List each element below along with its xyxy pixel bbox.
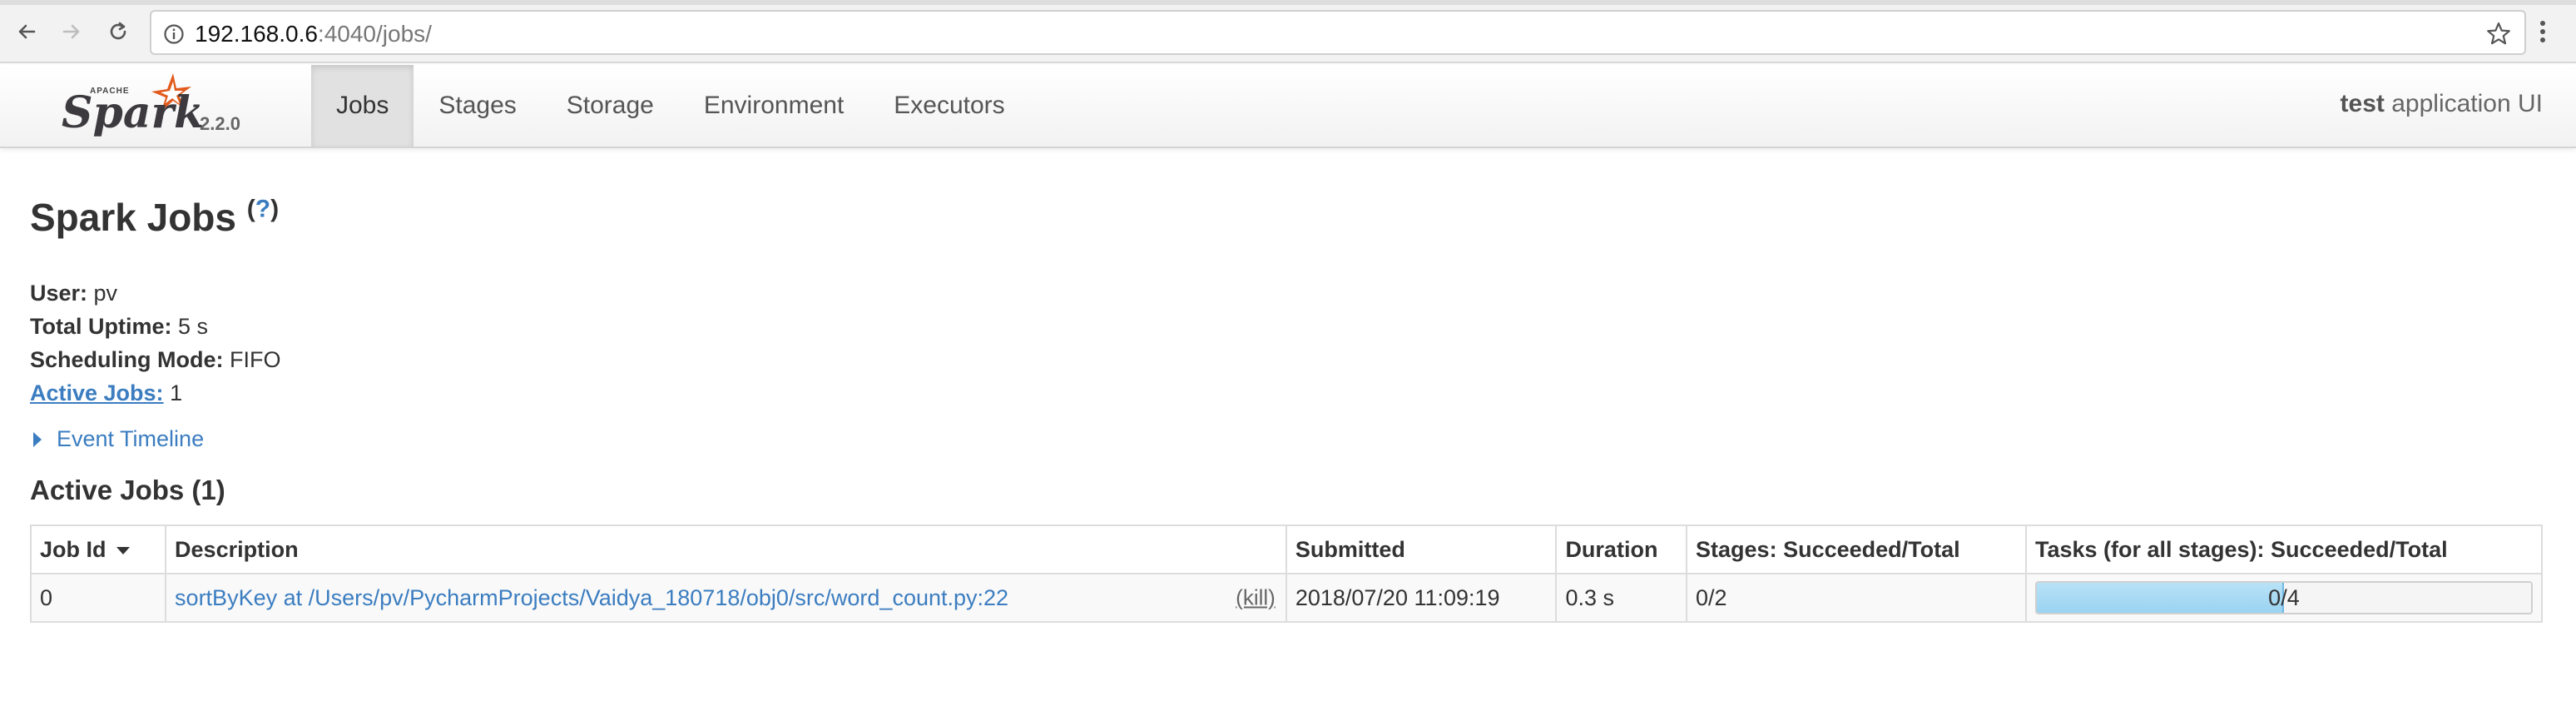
help-open-paren: ( [246, 195, 255, 223]
job-description-link[interactable]: sortByKey at /Users/pv/PycharmProjects/V… [175, 585, 1008, 610]
scheduling-mode-label: Scheduling Mode: [30, 347, 224, 372]
active-jobs-heading[interactable]: Active Jobs (1) [30, 475, 225, 506]
brand-name: Spark [62, 87, 205, 138]
bookmark-star-icon[interactable] [2484, 20, 2513, 48]
scheduling-mode-value: FIFO [223, 347, 281, 372]
summary-user: User: pv [30, 276, 281, 310]
event-timeline-toggle[interactable]: Event Timeline [30, 426, 204, 452]
summary-uptime: Total Uptime: 5 s [30, 310, 281, 343]
spark-logo[interactable]: APACHE Spark 2.2.0 [62, 68, 253, 143]
sort-descending-icon [116, 546, 130, 554]
tab-strip-edge [0, 0, 2576, 5]
job-id-header-label: Job Id [40, 536, 107, 562]
column-header-duration[interactable]: Duration [1555, 525, 1688, 574]
forward-arrow-icon [62, 24, 80, 39]
help-close-paren: ) [270, 195, 280, 223]
summary-active-jobs: Active Jobs: 1 [30, 376, 281, 410]
cell-description: sortByKey at /Users/pv/PycharmProjects/V… [165, 573, 1287, 623]
column-header-tasks[interactable]: Tasks (for all stages): Succeeded/Total [2024, 525, 2544, 574]
back-arrow-icon [18, 24, 36, 39]
event-timeline-label: Event Timeline [57, 426, 205, 451]
page-title: Spark Jobs (?) [30, 195, 279, 240]
info-icon[interactable] [163, 23, 185, 45]
tab-executors[interactable]: Executors [869, 65, 1029, 147]
job-summary: User: pv Total Uptime: 5 s Scheduling Mo… [30, 276, 281, 410]
tasks-progress-label: 0/4 [2268, 585, 2300, 610]
spark-version: 2.2.0 [200, 113, 240, 134]
cell-tasks: 0/4 [2024, 573, 2544, 623]
user-label: User: [30, 281, 88, 306]
table-header-row: Job Id Description Submitted Duration St… [29, 525, 2544, 574]
active-jobs-value: 1 [163, 380, 183, 405]
tasks-progress-bar: 0/4 [2034, 581, 2533, 614]
active-jobs-link[interactable]: Active Jobs: [30, 380, 164, 405]
tab-storage[interactable]: Storage [542, 65, 679, 147]
url-text[interactable]: 192.168.0.6:4040/jobs/ [195, 21, 432, 47]
uptime-label: Total Uptime: [30, 314, 172, 339]
help-link[interactable]: ? [255, 196, 270, 223]
nav-tabs: Jobs Stages Storage Environment Executor… [311, 65, 1030, 147]
browser-toolbar: 192.168.0.6:4040/jobs/ [0, 0, 2576, 63]
uptime-value: 5 s [171, 314, 209, 339]
app-name: test application UI [2341, 90, 2543, 118]
app-name-rest: application UI [2384, 90, 2543, 117]
reload-button[interactable] [103, 17, 133, 47]
forward-button[interactable] [57, 17, 87, 47]
url-host: 192.168.0.6 [195, 21, 318, 47]
tab-stages[interactable]: Stages [414, 65, 541, 147]
table-row: 0 sortByKey at /Users/pv/PycharmProjects… [29, 573, 2544, 623]
back-button[interactable] [12, 17, 42, 47]
browser-menu-icon[interactable] [2533, 17, 2553, 47]
cell-submitted: 2018/07/20 11:09:19 [1285, 573, 1558, 623]
page-title-text: Spark Jobs [30, 196, 236, 239]
column-header-description[interactable]: Description [165, 525, 1287, 574]
address-bar[interactable]: 192.168.0.6:4040/jobs/ [150, 10, 2526, 55]
kill-job-link[interactable]: (kill) [1236, 585, 1276, 611]
cell-duration: 0.3 s [1555, 573, 1688, 623]
expand-arrow-icon [33, 431, 42, 447]
url-path: :4040/jobs/ [317, 21, 432, 47]
summary-scheduling-mode: Scheduling Mode: FIFO [30, 343, 281, 376]
app-name-bold: test [2340, 90, 2385, 117]
tab-jobs[interactable]: Jobs [311, 65, 414, 147]
active-jobs-table: Job Id Description Submitted Duration St… [29, 525, 2544, 623]
column-header-job-id[interactable]: Job Id [29, 525, 167, 574]
tab-environment[interactable]: Environment [679, 65, 869, 147]
reload-icon [110, 22, 126, 40]
column-header-submitted[interactable]: Submitted [1285, 525, 1558, 574]
cell-job-id: 0 [29, 573, 167, 623]
help-tooltip: (?) [247, 196, 279, 223]
spark-navbar: APACHE Spark 2.2.0 Jobs Stages Storage E… [0, 65, 2576, 148]
user-value: pv [87, 281, 118, 306]
cell-stages: 0/2 [1686, 573, 2027, 623]
column-header-stages[interactable]: Stages: Succeeded/Total [1686, 525, 2027, 574]
